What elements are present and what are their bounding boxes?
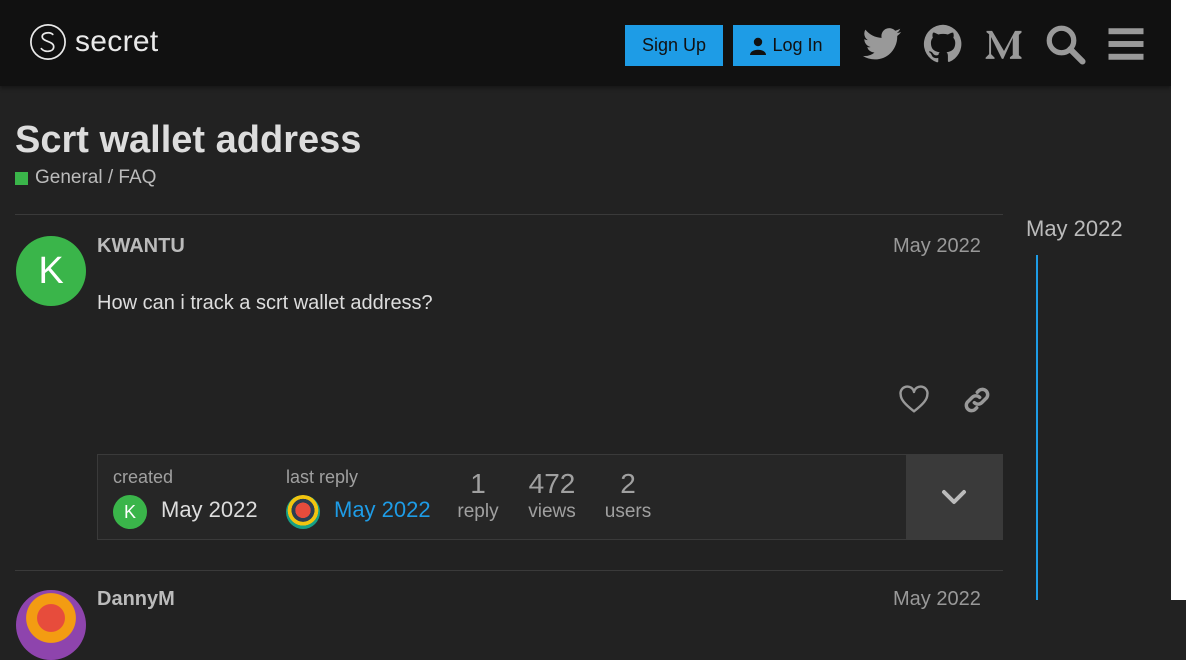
secret-logo-icon (30, 24, 66, 60)
post-date[interactable]: May 2022 (893, 235, 981, 258)
last-reply-date[interactable]: May 2022 (334, 497, 431, 523)
topic-map: created K May 2022 last reply May 2022 1… (97, 454, 1003, 540)
views-label: views (528, 501, 576, 522)
timeline-date[interactable]: May 2022 (1026, 216, 1123, 242)
category-label: General / FAQ (35, 167, 157, 188)
heart-icon (899, 385, 929, 413)
category-badge[interactable]: General / FAQ (15, 167, 156, 189)
twitter-icon[interactable] (861, 23, 903, 65)
sign-up-button[interactable]: Sign Up (625, 25, 723, 66)
last-reply-avatar[interactable] (286, 495, 320, 529)
search-icon[interactable] (1044, 23, 1086, 65)
views-count: 472 (528, 468, 576, 499)
menu-icon[interactable] (1105, 23, 1147, 65)
share-link-button[interactable] (961, 384, 993, 416)
github-icon[interactable] (922, 23, 964, 65)
divider (15, 570, 1003, 571)
site-header: secret Sign Up Log In (0, 0, 1171, 86)
last-reply-label: last reply (286, 467, 359, 487)
avatar[interactable]: K (16, 236, 86, 306)
site-logo[interactable]: secret (29, 23, 159, 61)
user-icon (750, 37, 767, 55)
avatar[interactable] (16, 590, 86, 660)
created-date: May 2022 (161, 497, 258, 522)
category-color-swatch (15, 171, 28, 185)
link-icon (964, 387, 990, 413)
page-scrollbar[interactable] (1171, 0, 1186, 600)
medium-icon[interactable] (983, 23, 1025, 65)
post-body: How can i track a scrt wallet address? (97, 292, 433, 314)
users-count: 2 (620, 468, 636, 499)
created-avatar[interactable]: K (113, 495, 147, 529)
users-label: users (604, 501, 652, 522)
replies-count: 1 (470, 468, 486, 499)
replies-label: reply (457, 501, 499, 522)
divider (15, 214, 1003, 215)
like-button[interactable] (898, 384, 930, 416)
log-in-label: Log In (772, 35, 823, 55)
log-in-button[interactable]: Log In (733, 25, 840, 66)
post-username[interactable]: KWANTU (97, 235, 185, 258)
created-label: created (113, 467, 174, 487)
chevron-down-icon (942, 490, 966, 504)
expand-topic-map-button[interactable] (906, 455, 1002, 539)
topic-title[interactable]: Scrt wallet address (15, 119, 361, 162)
logo-text: secret (75, 25, 159, 58)
timeline-scroller[interactable] (1036, 255, 1038, 600)
